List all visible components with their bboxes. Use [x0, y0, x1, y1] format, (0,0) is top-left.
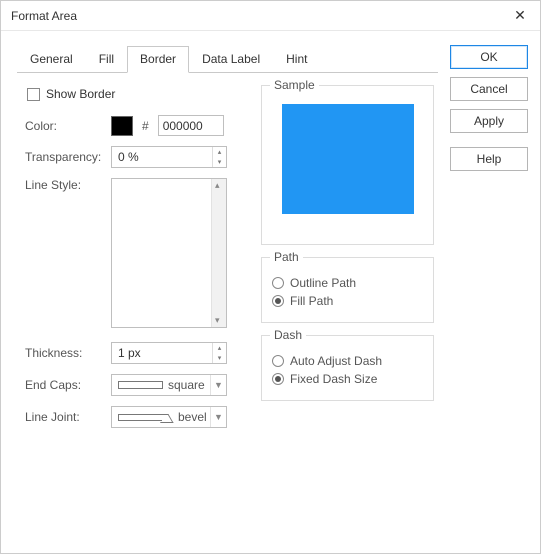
line-style-list[interactable]: [111, 178, 227, 328]
line-joint-combo[interactable]: bevel ▼: [111, 406, 227, 428]
tab-strip: General Fill Border Data Label Hint: [17, 45, 438, 73]
scrollbar[interactable]: [211, 179, 226, 327]
chevron-down-icon: ▼: [210, 375, 226, 395]
sample-group: Sample: [261, 85, 434, 245]
spin-down-icon[interactable]: ▾: [212, 157, 226, 167]
thickness-value: 1 px: [118, 346, 141, 360]
path-group: Path Outline Path Fill Path: [261, 257, 434, 323]
show-border-label: Show Border: [46, 87, 115, 101]
hash-symbol: #: [139, 119, 152, 133]
apply-button[interactable]: Apply: [450, 109, 528, 133]
thickness-spinner[interactable]: 1 px ▴▾: [111, 342, 227, 364]
sample-swatch: [282, 104, 414, 214]
fixed-dash-radio[interactable]: [272, 373, 284, 385]
titlebar: Format Area ✕: [1, 1, 540, 31]
fixed-dash-label: Fixed Dash Size: [290, 372, 377, 386]
ok-button[interactable]: OK: [450, 45, 528, 69]
linejoint-preview-icon: [118, 414, 162, 421]
tab-data-label[interactable]: Data Label: [189, 46, 273, 73]
tab-fill[interactable]: Fill: [86, 46, 127, 73]
spin-down-icon[interactable]: ▾: [212, 353, 226, 363]
transparency-value: 0 %: [118, 150, 139, 164]
fill-path-label: Fill Path: [290, 294, 333, 308]
spin-up-icon[interactable]: ▴: [212, 147, 226, 157]
tab-border[interactable]: Border: [127, 46, 189, 73]
tab-general[interactable]: General: [17, 46, 86, 73]
sample-legend: Sample: [270, 78, 319, 92]
auto-dash-label: Auto Adjust Dash: [290, 354, 382, 368]
show-border-checkbox[interactable]: [27, 88, 40, 101]
outline-path-label: Outline Path: [290, 276, 356, 290]
end-caps-label: End Caps:: [25, 378, 105, 392]
color-swatch[interactable]: [111, 116, 133, 136]
endcap-preview-icon: [118, 381, 162, 389]
close-button[interactable]: ✕: [508, 4, 532, 28]
color-hex-input[interactable]: [158, 115, 224, 136]
color-label: Color:: [25, 119, 105, 133]
spin-up-icon[interactable]: ▴: [212, 343, 226, 353]
transparency-label: Transparency:: [25, 150, 105, 164]
end-caps-value: square: [168, 378, 205, 392]
line-joint-label: Line Joint:: [25, 410, 105, 424]
line-joint-value: bevel: [178, 410, 207, 424]
dash-group: Dash Auto Adjust Dash Fixed Dash Size: [261, 335, 434, 401]
outline-path-radio[interactable]: [272, 277, 284, 289]
window-title: Format Area: [11, 9, 77, 23]
transparency-spinner[interactable]: 0 % ▴▾: [111, 146, 227, 168]
chevron-down-icon: ▼: [210, 407, 226, 427]
tab-hint[interactable]: Hint: [273, 46, 320, 73]
cancel-button[interactable]: Cancel: [450, 77, 528, 101]
auto-dash-radio[interactable]: [272, 355, 284, 367]
dash-legend: Dash: [270, 328, 306, 342]
path-legend: Path: [270, 250, 303, 264]
thickness-label: Thickness:: [25, 346, 105, 360]
help-button[interactable]: Help: [450, 147, 528, 171]
line-style-label: Line Style:: [25, 178, 105, 192]
fill-path-radio[interactable]: [272, 295, 284, 307]
end-caps-combo[interactable]: square ▼: [111, 374, 227, 396]
